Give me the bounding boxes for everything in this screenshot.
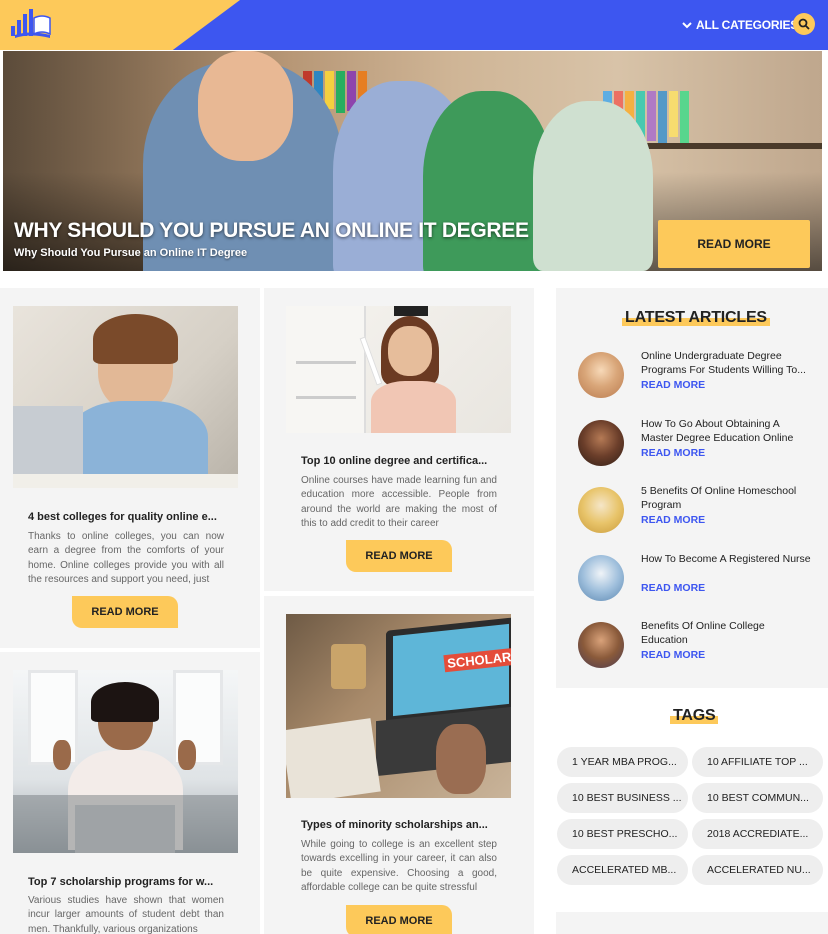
next-widget-box — [556, 912, 828, 934]
search-button[interactable] — [793, 13, 815, 35]
tag-chip[interactable]: 10 AFFILIATE TOP ... — [692, 747, 823, 777]
tag-chip[interactable]: ACCELERATED MB... — [557, 855, 688, 885]
article-image[interactable] — [286, 306, 511, 433]
article-excerpt: Thanks to online colleges, you can now e… — [28, 531, 224, 585]
article-title[interactable]: 4 best colleges for quality online e... — [28, 511, 228, 523]
latest-article-thumbnail[interactable] — [578, 420, 624, 466]
latest-article-title[interactable]: How To Go About Obtaining A Master Degre… — [641, 418, 811, 445]
hero-title[interactable]: WHY SHOULD YOU PURSUE AN ONLINE IT DEGRE… — [14, 219, 529, 243]
latest-article-read-more[interactable]: READ MORE — [641, 447, 705, 459]
chevron-down-icon — [682, 22, 692, 29]
article-image[interactable] — [13, 306, 238, 488]
tag-chip[interactable]: ACCELERATED NU... — [692, 855, 823, 885]
article-image[interactable]: SCHOLARSHIP — [286, 614, 511, 798]
latest-article-item[interactable]: How To Become A Registered Nurse READ MO… — [578, 553, 818, 603]
article-card: Top 7 scholarship programs for w... Vari… — [0, 652, 260, 934]
latest-article-read-more[interactable]: READ MORE — [641, 582, 705, 594]
read-more-button[interactable]: READ MORE — [72, 596, 178, 628]
logo-books-icon[interactable] — [10, 8, 52, 40]
read-more-button[interactable]: READ MORE — [346, 905, 452, 934]
tag-chip[interactable]: 10 BEST PRESCHO... — [557, 819, 688, 849]
latest-article-title[interactable]: Online Undergraduate Degree Programs For… — [641, 350, 811, 377]
latest-article-item[interactable]: Online Undergraduate Degree Programs For… — [578, 350, 818, 400]
latest-article-item[interactable]: 5 Benefits Of Online Homeschool Program … — [578, 485, 818, 535]
tag-chip[interactable]: 1 YEAR MBA PROG... — [557, 747, 688, 777]
latest-article-thumbnail[interactable] — [578, 487, 624, 533]
latest-article-thumbnail[interactable] — [578, 622, 624, 668]
all-categories-label: ALL CATEGORIES — [696, 18, 799, 32]
article-card: SCHOLARSHIP Types of minority scholarshi… — [264, 596, 534, 934]
latest-articles-heading: LATEST ARTICLES — [622, 309, 770, 327]
article-excerpt: While going to college is an excellent s… — [301, 839, 497, 893]
article-excerpt: Online courses have made learning fun an… — [301, 475, 497, 529]
latest-article-title[interactable]: Benefits Of Online College Education — [641, 620, 811, 647]
latest-article-thumbnail[interactable] — [578, 555, 624, 601]
article-title[interactable]: Top 7 scholarship programs for w... — [28, 876, 228, 888]
latest-article-title[interactable]: 5 Benefits Of Online Homeschool Program — [641, 485, 811, 512]
latest-article-thumbnail[interactable] — [578, 352, 624, 398]
latest-article-item[interactable]: Benefits Of Online College Education REA… — [578, 620, 818, 670]
hero-read-more-button[interactable]: READ MORE — [658, 220, 810, 268]
hero-banner[interactable]: WHY SHOULD YOU PURSUE AN ONLINE IT DEGRE… — [3, 51, 822, 271]
tag-chip[interactable]: 2018 ACCREDIATE... — [692, 819, 823, 849]
article-title[interactable]: Top 10 online degree and certifica... — [301, 455, 501, 467]
article-card: Top 10 online degree and certifica... On… — [264, 288, 534, 591]
hero-student-face — [198, 51, 293, 161]
latest-article-title[interactable]: How To Become A Registered Nurse — [641, 553, 811, 567]
latest-article-item[interactable]: How To Go About Obtaining A Master Degre… — [578, 418, 818, 468]
read-more-button[interactable]: READ MORE — [346, 540, 452, 572]
article-excerpt: Various studies have shown that women in… — [28, 895, 224, 934]
article-title[interactable]: Types of minority scholarships an... — [301, 819, 501, 831]
latest-article-read-more[interactable]: READ MORE — [641, 379, 705, 391]
all-categories-menu[interactable]: ALL CATEGORIES — [682, 15, 798, 35]
tags-heading: TAGS — [670, 707, 719, 725]
search-icon — [798, 18, 810, 30]
article-card: 4 best colleges for quality online e... … — [0, 288, 260, 648]
top-header: ALL CATEGORIES — [0, 0, 828, 50]
article-image[interactable] — [13, 670, 238, 853]
hero-subtitle: Why Should You Pursue an Online IT Degre… — [14, 247, 248, 259]
tag-chip[interactable]: 10 BEST BUSINESS ... — [557, 783, 688, 813]
hero-student-4 — [533, 101, 653, 271]
latest-article-read-more[interactable]: READ MORE — [641, 514, 705, 526]
latest-article-read-more[interactable]: READ MORE — [641, 649, 705, 661]
tag-chip[interactable]: 10 BEST COMMUN... — [692, 783, 823, 813]
